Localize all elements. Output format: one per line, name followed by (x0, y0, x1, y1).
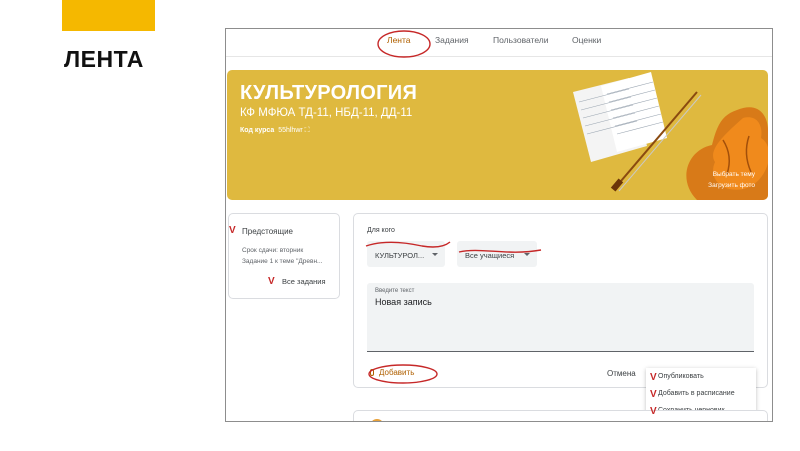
post-text-input[interactable]: Введите текст Новая запись (367, 283, 754, 352)
menu-item-publish[interactable]: Опубликовать (658, 373, 704, 380)
upcoming-task-link[interactable]: Задание 1 к теме "Древн... (242, 258, 322, 265)
annotation-underline-students (458, 249, 542, 253)
audience-label: Для кого (367, 227, 395, 234)
slide-title: ЛЕНТА (64, 46, 144, 72)
course-code: Код курса 55hlhwr ⛶ (240, 127, 310, 135)
classroom-screenshot: Лента Задания Пользователи Оценки КУЛЬТУ… (225, 28, 773, 422)
annotation-check-schedule: V (650, 389, 657, 400)
annotation-check-draft: V (650, 406, 657, 417)
post-text-placeholder: Введите текст (375, 288, 415, 294)
course-banner: КУЛЬТУРОЛОГИЯ КФ МФЮА ТД-11, НБД-11, ДД-… (227, 70, 768, 200)
annotation-circle-feed-tab (377, 30, 431, 58)
course-section: КФ МФЮА ТД-11, НБД-11, ДД-11 (240, 107, 413, 119)
tab-assignments[interactable]: Задания (435, 35, 469, 45)
course-title: КУЛЬТУРОЛОГИЯ (240, 82, 418, 104)
menu-item-schedule[interactable]: Добавить в расписание (658, 390, 735, 397)
annotation-circle-add-button (368, 364, 438, 384)
upload-photo-link[interactable]: Загрузить фото (708, 182, 755, 189)
music-instrument-illustration (573, 72, 768, 200)
select-theme-link[interactable]: Выбрать тему (713, 171, 755, 178)
top-navigation: Лента Задания Пользователи Оценки (226, 29, 772, 57)
course-code-label: Код курса (240, 127, 275, 134)
stream-post-card (353, 410, 768, 421)
slide-accent-bar (62, 0, 155, 31)
course-code-value[interactable]: 55hlhwr ⛶ (278, 127, 309, 134)
all-tasks-link[interactable]: Все задания (282, 277, 326, 286)
annotation-check-publish: V (650, 372, 657, 383)
upcoming-title: Предстоящие (242, 227, 293, 236)
upcoming-card: Предстоящие Срок сдачи: вторник Задание … (228, 213, 340, 299)
post-text-value: Новая запись (375, 297, 432, 307)
annotation-check-upcoming: V (229, 225, 236, 236)
avatar (370, 419, 384, 421)
annotation-check-all-tasks: V (268, 276, 275, 287)
due-date: Срок сдачи: вторник (242, 247, 304, 254)
cancel-button[interactable]: Отмена (607, 369, 636, 378)
tab-grades[interactable]: Оценки (572, 35, 601, 45)
tab-people[interactable]: Пользователи (493, 35, 548, 45)
annotation-underline-course (365, 241, 451, 248)
